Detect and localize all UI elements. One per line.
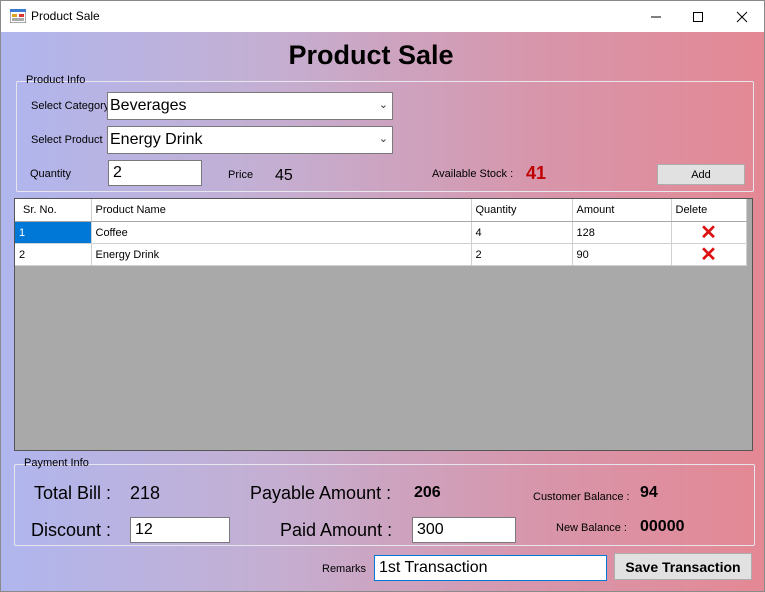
maximize-button[interactable] — [675, 1, 721, 32]
product-sale-window: Product Sale Product Sale Product Info S… — [0, 0, 765, 592]
cell-amount[interactable]: 90 — [572, 243, 672, 266]
product-label: Select Product — [31, 134, 103, 146]
category-label: Select Category — [31, 100, 110, 112]
chevron-down-icon: ⌄ — [378, 133, 388, 145]
save-transaction-button[interactable]: Save Transaction — [614, 553, 752, 580]
column-header-quantity[interactable]: Quantity — [471, 199, 573, 222]
chevron-down-icon: ⌄ — [378, 99, 388, 111]
total-bill-label: Total Bill : — [34, 483, 112, 503]
delete-icon[interactable]: ✕ — [671, 221, 747, 244]
new-balance-label: New Balance : — [556, 522, 627, 534]
payable-amount-label: Payable Amount : — [250, 483, 392, 503]
payable-amount-value: 206 — [414, 484, 441, 501]
grid-header-row: Sr. No. Product Name Quantity Amount Del… — [15, 199, 747, 222]
column-header-amount[interactable]: Amount — [572, 199, 672, 222]
price-value: 45 — [275, 167, 293, 184]
cell-product-name[interactable]: Coffee — [91, 221, 472, 244]
payment-info-title: Payment Info — [24, 457, 89, 469]
sale-items-grid: Sr. No. Product Name Quantity Amount Del… — [14, 198, 753, 451]
product-info-title: Product Info — [26, 74, 86, 86]
quantity-label: Quantity — [30, 168, 71, 180]
form-client-area: Product Sale Product Info Select Categor… — [1, 32, 764, 591]
paid-amount-input[interactable] — [412, 517, 516, 543]
column-header-product-name[interactable]: Product Name — [91, 199, 472, 222]
minimize-icon — [651, 16, 661, 17]
cell-sr-no[interactable]: 2 — [15, 243, 92, 266]
maximize-icon — [693, 11, 703, 22]
product-select[interactable]: Energy Drink ⌄ — [107, 126, 393, 154]
cell-quantity[interactable]: 4 — [471, 221, 573, 244]
minimize-button[interactable] — [633, 1, 679, 32]
cell-amount[interactable]: 128 — [572, 221, 672, 244]
remarks-input[interactable] — [374, 555, 607, 581]
price-label: Price — [228, 169, 254, 181]
customer-balance-label: Customer Balance : — [533, 491, 630, 503]
table-row[interactable]: 2 Energy Drink 2 90 ✕ — [15, 243, 747, 266]
total-bill-value: 218 — [130, 483, 161, 503]
cell-product-name[interactable]: Energy Drink — [91, 243, 472, 266]
paid-amount-label: Paid Amount : — [280, 520, 393, 540]
discount-label: Discount : — [31, 520, 112, 540]
title-bar: Product Sale — [1, 1, 764, 32]
close-button[interactable] — [719, 1, 764, 32]
stock-label: Available Stock : — [432, 168, 514, 180]
table-row[interactable]: 1 Coffee 4 128 ✕ — [15, 221, 747, 244]
stock-value: 41 — [526, 163, 547, 183]
window-title: Product Sale — [31, 9, 100, 23]
column-header-sr-no[interactable]: Sr. No. — [15, 199, 92, 222]
cell-sr-no[interactable]: 1 — [15, 221, 92, 244]
product-value: Energy Drink — [110, 131, 203, 148]
customer-balance-value: 94 — [640, 484, 658, 501]
add-button[interactable]: Add — [657, 164, 745, 185]
delete-icon[interactable]: ✕ — [671, 243, 747, 266]
discount-input[interactable] — [130, 517, 230, 543]
category-value: Beverages — [110, 97, 187, 114]
app-icon — [10, 9, 26, 23]
column-header-delete[interactable]: Delete — [671, 199, 747, 222]
category-select[interactable]: Beverages ⌄ — [107, 92, 393, 120]
close-icon — [736, 11, 748, 22]
cell-quantity[interactable]: 2 — [471, 243, 573, 266]
remarks-label: Remarks — [322, 563, 367, 575]
sale-items-table: Sr. No. Product Name Quantity Amount Del… — [15, 199, 747, 266]
quantity-input[interactable] — [108, 160, 202, 186]
page-title: Product Sale — [288, 40, 454, 70]
new-balance-value: 00000 — [640, 518, 685, 535]
